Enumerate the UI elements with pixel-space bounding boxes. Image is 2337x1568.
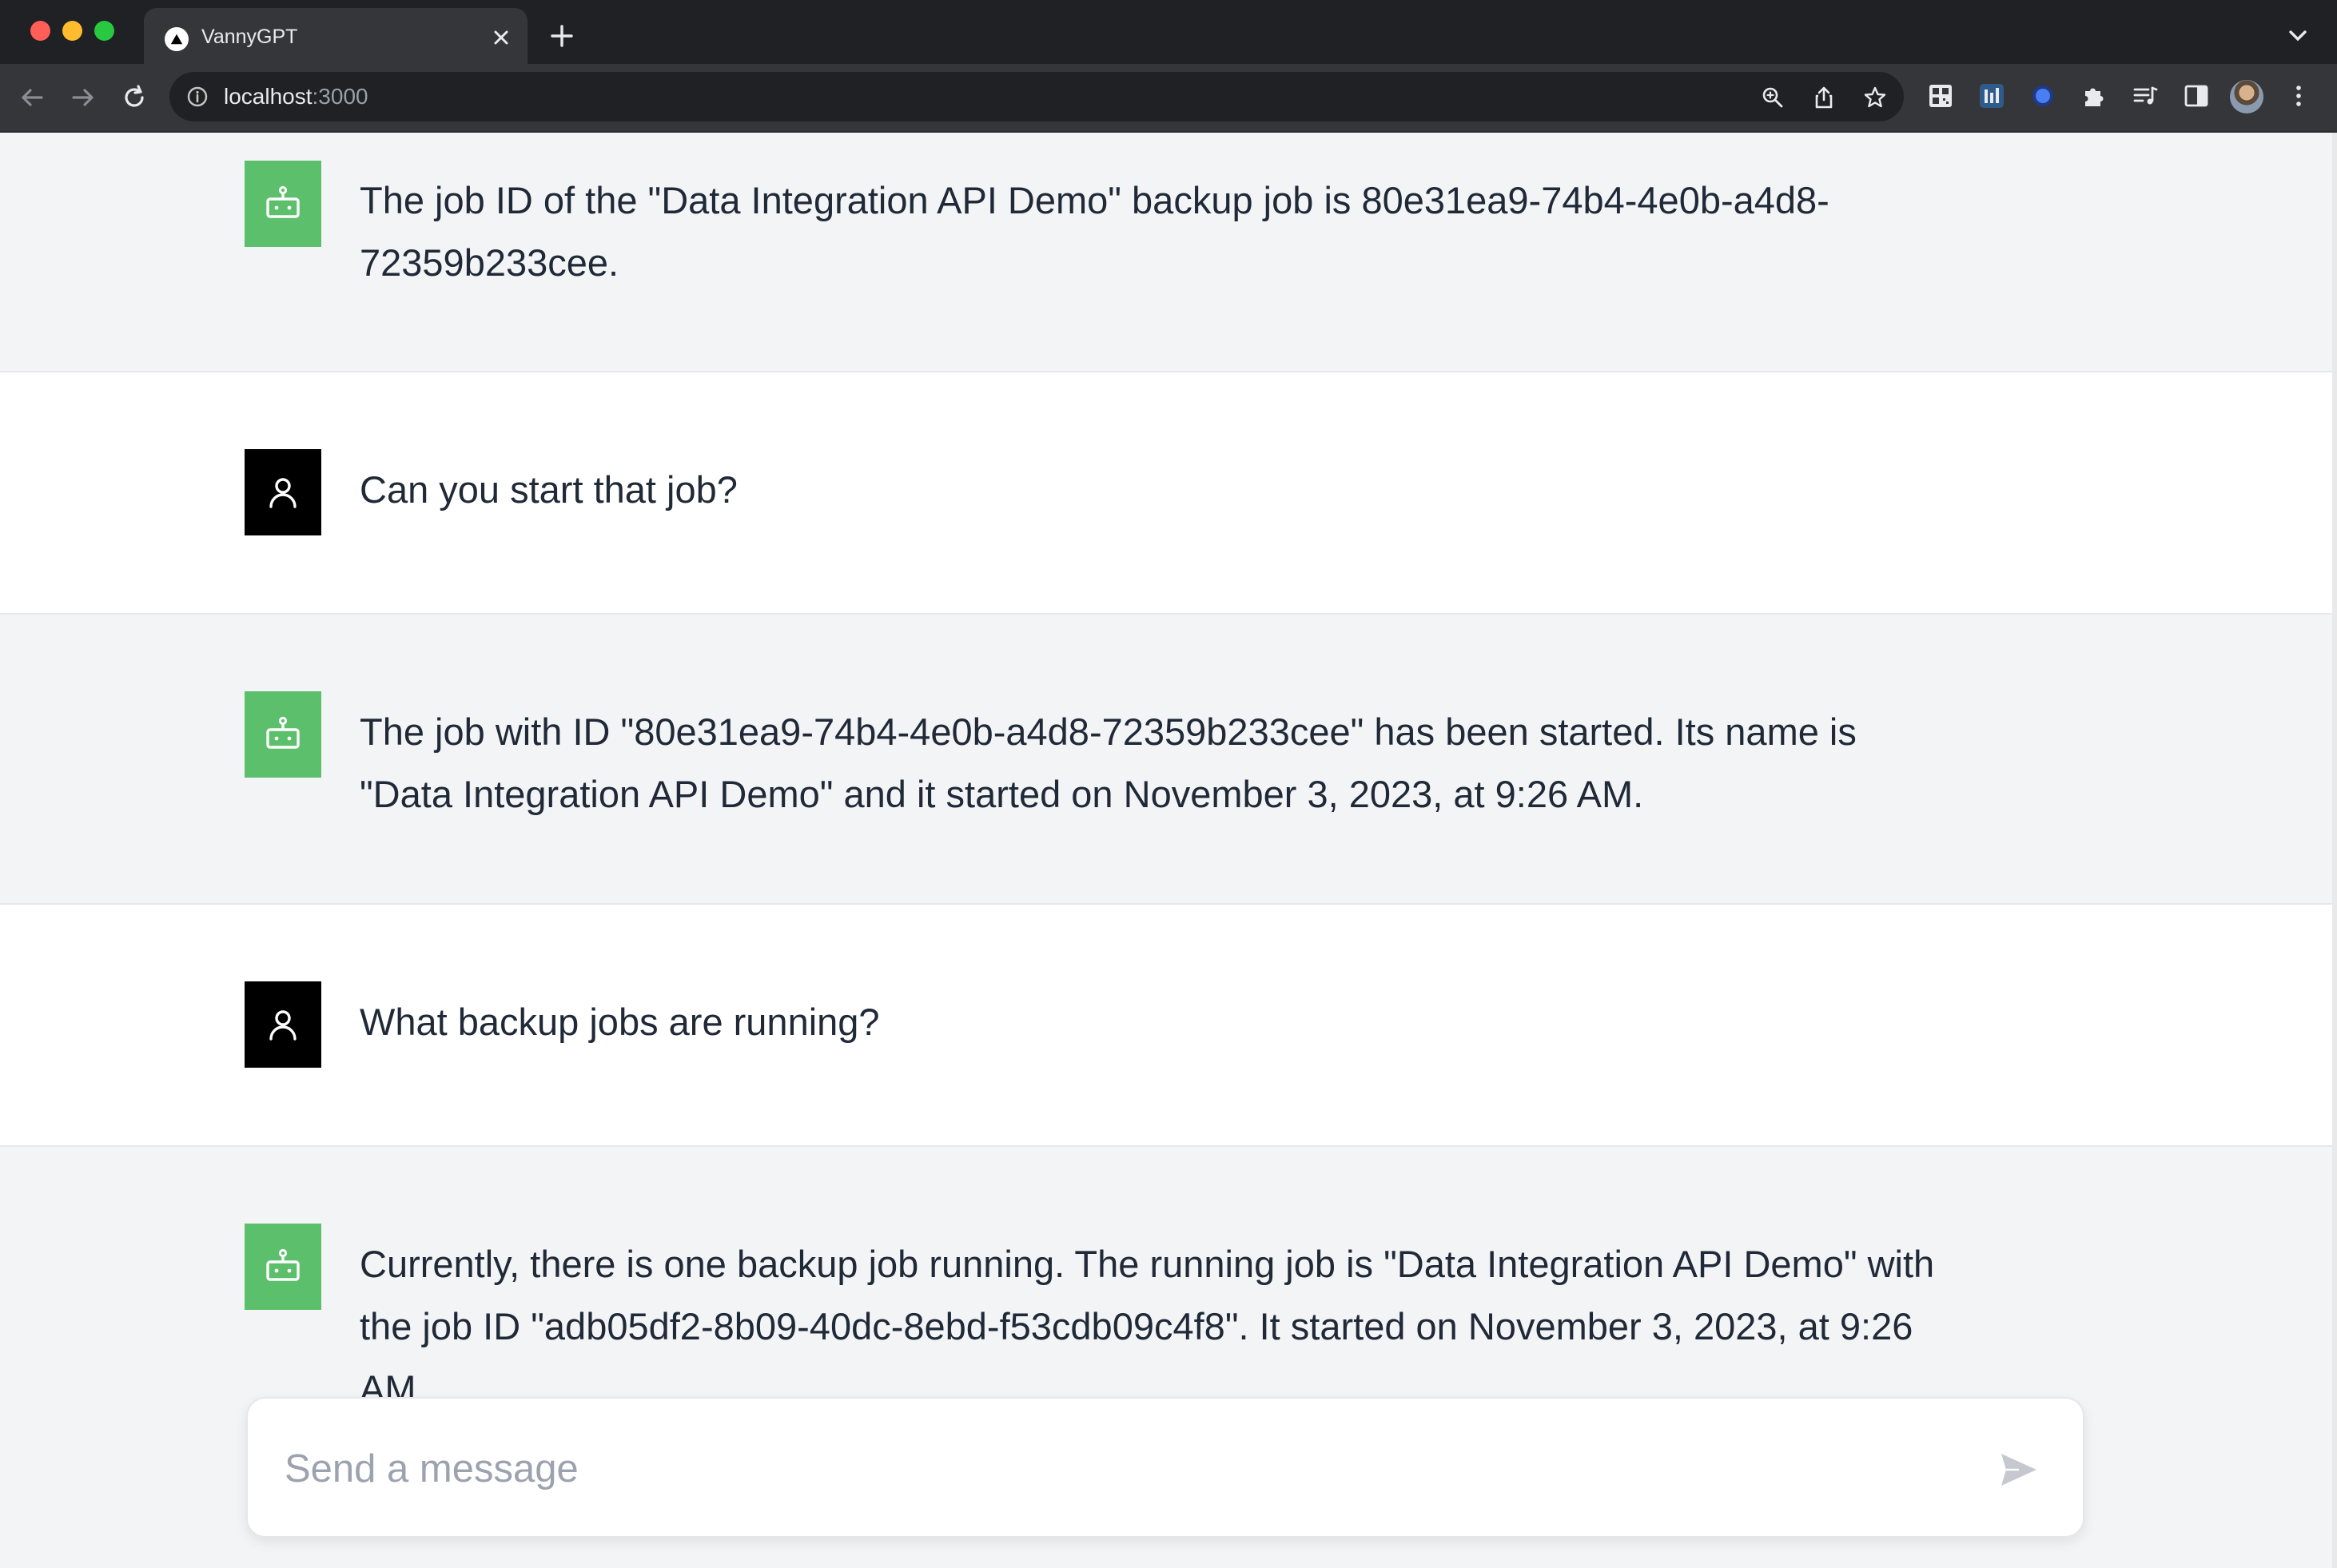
new-tab-plus-icon[interactable] — [548, 22, 575, 50]
browser-window: VannyGPT localhost:3000 The job ID of th… — [0, 0, 2337, 1568]
browser-tab[interactable]: VannyGPT — [144, 8, 528, 66]
blue-dot-extension-icon[interactable] — [2028, 82, 2057, 110]
assistant-message: The job with ID "80e31ea9-74b4-4e0b-a4d8… — [0, 615, 2332, 905]
user-message: Can you start that job? — [0, 372, 2332, 615]
address-bar[interactable]: localhost:3000 — [169, 72, 1904, 121]
robot-icon — [245, 161, 321, 247]
message-text: Currently, there is one backup job runni… — [360, 1243, 1935, 1410]
message-input[interactable] — [285, 1439, 1883, 1499]
user-message: What backup jobs are running? — [0, 905, 2332, 1147]
window-close-button[interactable] — [30, 21, 50, 41]
share-icon[interactable] — [1811, 85, 1837, 110]
vercel-triangle-icon — [165, 27, 189, 51]
site-info-icon[interactable] — [185, 85, 209, 109]
message-text: Can you start that job? — [360, 468, 738, 511]
user-icon — [245, 449, 321, 535]
robot-icon — [245, 691, 321, 778]
reading-list-icon[interactable] — [2131, 82, 2160, 110]
window-zoom-button[interactable] — [94, 21, 114, 41]
profile-avatar[interactable] — [2230, 80, 2263, 113]
back-arrow-icon[interactable] — [16, 82, 48, 113]
qr-code-icon[interactable] — [1926, 82, 1955, 110]
puzzle-icon[interactable] — [2080, 82, 2108, 110]
message-text: What backup jobs are running? — [360, 1001, 880, 1043]
close-tab-icon[interactable] — [489, 26, 513, 50]
message-text: The job with ID "80e31ea9-74b4-4e0b-a4d8… — [360, 710, 1857, 815]
send-icon[interactable] — [1995, 1447, 2041, 1493]
tab-search-chevron-icon[interactable] — [2284, 26, 2311, 46]
url-host: localhost — [224, 84, 313, 109]
message-text: The job ID of the "Data Integration API … — [360, 179, 1829, 284]
tab-title: VannyGPT — [201, 26, 298, 48]
robot-icon — [245, 1224, 321, 1310]
window-minimize-button[interactable] — [62, 21, 82, 41]
url-text: localhost:3000 — [224, 84, 368, 109]
bookmark-star-icon[interactable] — [1862, 85, 1888, 110]
message-composer — [246, 1397, 2084, 1538]
chart-extension-icon[interactable] — [1977, 82, 2006, 110]
forward-arrow-icon[interactable] — [67, 82, 99, 113]
reload-icon[interactable] — [118, 82, 150, 113]
tab-strip: VannyGPT — [0, 0, 2337, 66]
user-icon — [245, 981, 321, 1068]
chat-page: The job ID of the "Data Integration API … — [0, 133, 2337, 1568]
assistant-message: The job ID of the "Data Integration API … — [0, 133, 2332, 372]
side-panel-icon[interactable] — [2182, 82, 2211, 110]
url-port: :3000 — [312, 84, 368, 109]
page-scrollbar[interactable] — [2332, 133, 2337, 1568]
zoom-icon[interactable] — [1760, 85, 1786, 110]
kebab-menu-icon[interactable] — [2284, 82, 2313, 110]
